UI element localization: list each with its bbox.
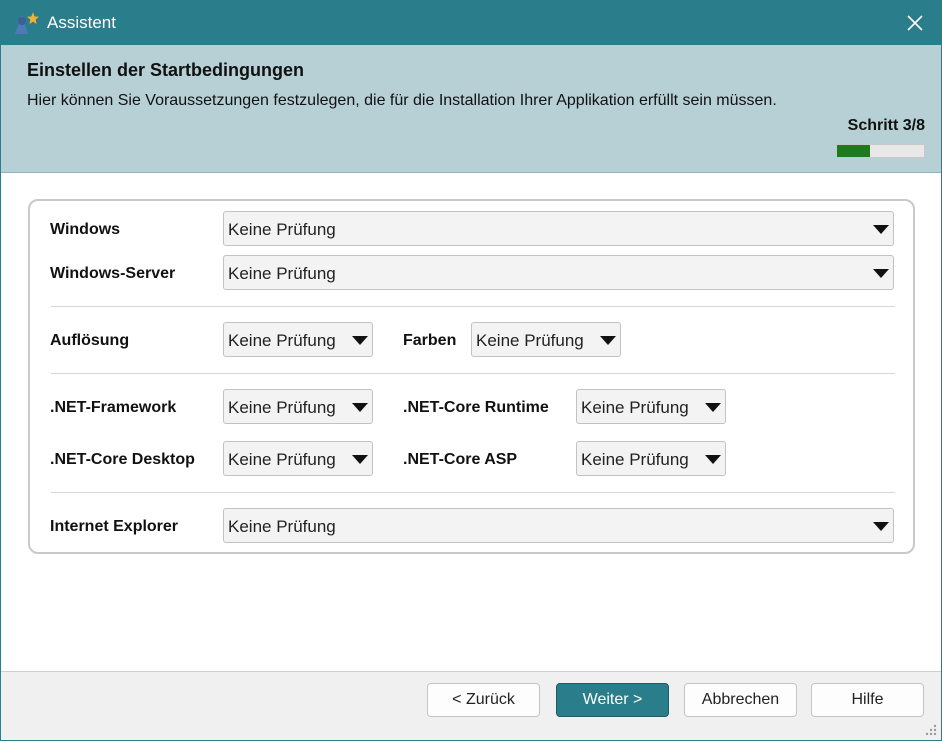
internet-explorer-select[interactable]: Keine Prüfung	[223, 508, 894, 543]
wizard-window: Assistent Einstellen der Startbedingunge…	[0, 0, 942, 741]
colors-select-value: Keine Prüfung	[476, 331, 584, 350]
chevron-down-icon	[873, 522, 889, 531]
resolution-select-value: Keine Prüfung	[228, 331, 336, 350]
net-core-runtime-label: .NET-Core Runtime	[403, 399, 549, 416]
net-core-runtime-select-value: Keine Prüfung	[581, 398, 689, 417]
net-core-asp-label: .NET-Core ASP	[403, 451, 518, 468]
page-description: Hier können Sie Voraussetzungen festzule…	[27, 92, 777, 109]
help-button[interactable]: Hilfe	[811, 683, 924, 717]
window-title: Assistent	[47, 13, 116, 32]
colors-select[interactable]: Keine Prüfung	[471, 322, 621, 357]
page-title: Einstellen der Startbedingungen	[27, 60, 305, 80]
divider	[51, 306, 895, 307]
step-progress-bar	[836, 144, 925, 158]
windows-server-select-value: Keine Prüfung	[228, 264, 336, 283]
net-core-runtime-select[interactable]: Keine Prüfung	[576, 389, 726, 424]
net-core-desktop-select[interactable]: Keine Prüfung	[223, 441, 373, 476]
title-bar: Assistent	[1, 1, 941, 45]
chevron-down-icon	[705, 455, 721, 464]
chevron-down-icon	[352, 403, 368, 412]
close-button[interactable]	[899, 9, 931, 37]
colors-label: Farben	[403, 332, 457, 349]
wizard-app-icon	[13, 11, 39, 35]
close-icon	[907, 15, 923, 31]
next-button[interactable]: Weiter >	[556, 683, 669, 717]
net-core-desktop-select-value: Keine Prüfung	[228, 450, 336, 469]
resolution-label: Auflösung	[50, 332, 130, 349]
windows-label: Windows	[50, 221, 121, 238]
net-framework-select-value: Keine Prüfung	[228, 398, 336, 417]
chevron-down-icon	[873, 269, 889, 278]
wizard-header: Einstellen der Startbedingungen Hier kön…	[1, 45, 941, 173]
start-conditions-group: Windows Keine Prüfung Windows-Server Kei…	[28, 199, 915, 554]
divider	[51, 492, 895, 493]
step-indicator: Schritt 3/8	[847, 117, 925, 134]
resolution-select[interactable]: Keine Prüfung	[223, 322, 373, 357]
net-framework-label: .NET-Framework	[50, 399, 177, 416]
windows-select-value: Keine Prüfung	[228, 220, 336, 239]
chevron-down-icon	[705, 403, 721, 412]
back-button[interactable]: < Zurück	[427, 683, 540, 717]
net-core-desktop-label: .NET-Core Desktop	[50, 451, 195, 468]
windows-server-label: Windows-Server	[50, 265, 176, 282]
net-core-asp-select-value: Keine Prüfung	[581, 450, 689, 469]
internet-explorer-label: Internet Explorer	[50, 518, 179, 535]
button-bar: < Zurück Weiter > Abbrechen Hilfe	[1, 671, 941, 740]
step-progress-fill	[837, 145, 870, 157]
net-core-asp-select[interactable]: Keine Prüfung	[576, 441, 726, 476]
resize-grip-icon[interactable]	[923, 722, 937, 736]
chevron-down-icon	[352, 336, 368, 345]
chevron-down-icon	[873, 225, 889, 234]
cancel-button[interactable]: Abbrechen	[684, 683, 797, 717]
net-framework-select[interactable]: Keine Prüfung	[223, 389, 373, 424]
chevron-down-icon	[600, 336, 616, 345]
chevron-down-icon	[352, 455, 368, 464]
windows-server-select[interactable]: Keine Prüfung	[223, 255, 894, 290]
divider	[51, 373, 895, 374]
windows-select[interactable]: Keine Prüfung	[223, 211, 894, 246]
internet-explorer-select-value: Keine Prüfung	[228, 517, 336, 536]
